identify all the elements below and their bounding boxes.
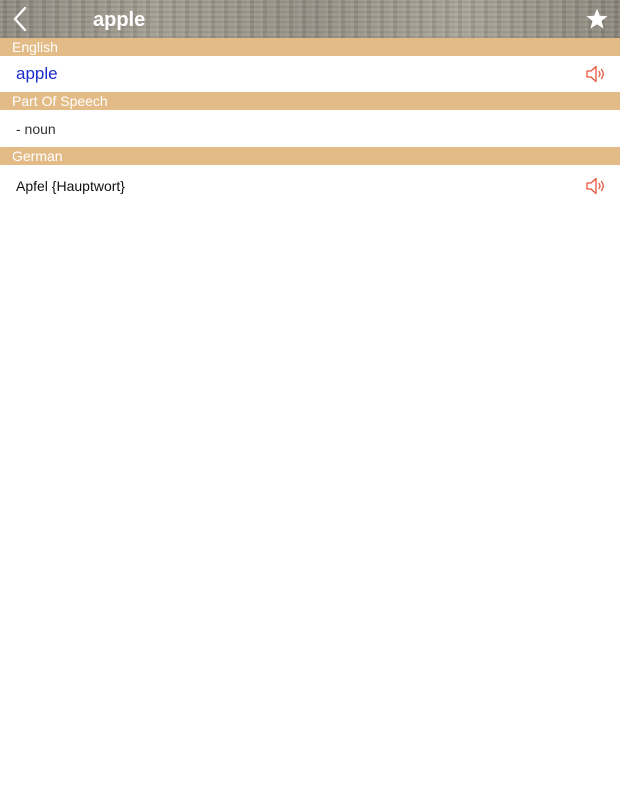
part-of-speech-row: - noun <box>0 110 620 147</box>
english-word-row: apple <box>0 56 620 92</box>
part-of-speech-value: - noun <box>16 120 56 137</box>
german-translation-row: Apfel {Hauptwort} <box>0 165 620 207</box>
section-header-german: German <box>0 147 620 165</box>
german-translation: Apfel {Hauptwort} <box>16 178 125 194</box>
back-button[interactable] <box>8 5 32 33</box>
speaker-icon <box>586 65 604 83</box>
navigation-bar: apple <box>0 0 620 38</box>
section-header-part-of-speech: Part Of Speech <box>0 92 620 110</box>
speaker-icon <box>586 177 604 195</box>
english-word: apple <box>16 64 58 83</box>
play-english-audio-button[interactable] <box>584 62 608 86</box>
favorite-button[interactable] <box>584 6 610 32</box>
section-header-english: English <box>0 38 620 56</box>
play-german-audio-button[interactable] <box>584 174 608 198</box>
chevron-left-icon <box>13 6 27 32</box>
star-icon <box>586 8 608 29</box>
page-title: apple <box>93 9 146 31</box>
